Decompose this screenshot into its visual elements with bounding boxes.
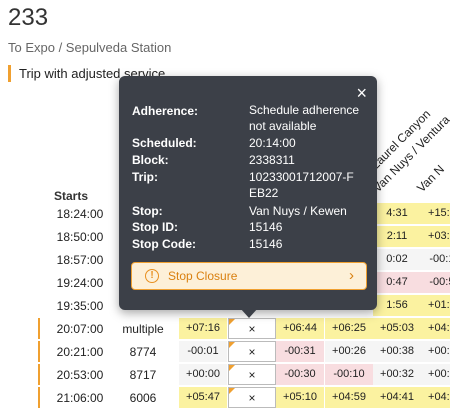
adherence-cell[interactable]: +06:44 [276, 318, 324, 339]
start-time: 18:50:00 [56, 230, 104, 244]
adherence-cell[interactable]: -00:57 [421, 272, 450, 293]
adherence-cell[interactable]: 4:31 [373, 203, 421, 224]
start-time: 20:21:00 [56, 345, 104, 359]
adherence-cell[interactable]: +15:48 [421, 203, 450, 224]
start-time: 18:57:00 [56, 253, 104, 267]
no-data-cell[interactable]: × [228, 387, 276, 408]
block-id: multiple [122, 322, 164, 336]
stop-code-label: Stop Code: [132, 237, 196, 251]
adherence-cell[interactable]: +00:26 [325, 341, 373, 362]
stop-label: Stop: [132, 204, 163, 218]
start-time: 20:53:00 [56, 368, 104, 382]
adherence-cell[interactable]: +00:00 [179, 364, 227, 385]
adherence-cell[interactable]: +04:58 [421, 387, 450, 408]
adherence-cell[interactable]: +00:22 [421, 341, 450, 362]
table-row[interactable]: 20:21:00 8774 -00:01 × -00:31 +00:26 +00:38 +00… [0, 341, 450, 364]
starts-column-header: Starts [54, 189, 89, 203]
adherence-cell[interactable]: -00:01 [179, 341, 227, 362]
adherence-cell[interactable]: +04:59 [421, 318, 450, 339]
adherence-cell[interactable]: 0:47 [373, 272, 421, 293]
adherence-cell[interactable]: +00:38 [373, 341, 421, 362]
stop-closure-label: Stop Closure [168, 269, 238, 283]
adherence-cell[interactable]: +00:32 [373, 364, 421, 385]
table-row[interactable]: 20:07:00 multiple +07:16 × +06:44 +06:25 +05:0… [0, 318, 450, 341]
adherence-cell[interactable]: +05:03 [373, 318, 421, 339]
adherence-cell[interactable]: +00:53 [421, 364, 450, 385]
trip-label: Trip: [132, 170, 158, 184]
adherence-value: Schedule adherence not available [249, 103, 360, 133]
stop-id-label: Stop ID: [132, 220, 178, 234]
start-time: 20:07:00 [56, 322, 104, 336]
start-time: 18:24:00 [56, 207, 104, 221]
start-time: 19:24:00 [56, 276, 104, 290]
warning-icon: ! [145, 269, 159, 283]
trip-value: 10233001712007-FEB22 [249, 170, 354, 200]
column-header-van-nuys: Van N [414, 162, 447, 195]
no-data-cell[interactable]: × [228, 364, 276, 385]
adherence-cell[interactable]: 0:02 [373, 249, 421, 270]
adherence-cell[interactable]: +04:41 [373, 387, 421, 408]
no-data-cell[interactable]: × [228, 318, 276, 339]
adherence-cell[interactable]: +01:57 [421, 295, 450, 316]
route-destination: To Expo / Sepulveda Station [8, 40, 172, 55]
adherence-cell[interactable]: +06:25 [325, 318, 373, 339]
stop-closure-button[interactable]: ! Stop Closure › [131, 262, 367, 290]
block-label: Block: [132, 153, 169, 167]
close-icon[interactable]: × [356, 84, 367, 102]
trip-details-popup: × Adherence: Schedule adherence not avai… [119, 76, 377, 318]
no-data-cell[interactable]: × [228, 341, 276, 362]
adherence-label: Adherence: [132, 104, 199, 118]
scheduled-value: 20:14:00 [249, 136, 296, 150]
block-id: 6006 [129, 391, 157, 405]
scheduled-label: Scheduled: [132, 136, 197, 150]
adherence-cell[interactable]: -00:31 [276, 341, 324, 362]
block-id: 8717 [129, 368, 157, 382]
adherence-cell[interactable]: 1:56 [373, 295, 421, 316]
adherence-cell[interactable]: +07:16 [179, 318, 227, 339]
adherence-cell[interactable]: -00:15 [421, 249, 450, 270]
block-id: 8774 [129, 345, 157, 359]
start-time: 19:35:00 [56, 299, 104, 313]
popup-arrow [240, 308, 258, 318]
start-time: 21:06:00 [56, 391, 104, 405]
adherence-cell[interactable]: +04:59 [325, 387, 373, 408]
route-number: 233 [8, 4, 49, 31]
table-row[interactable]: 20:53:00 8717 +00:00 × -00:30 -00:10 +00:32 +00… [0, 364, 450, 387]
stop-code-value: 15146 [249, 237, 283, 251]
adherence-cell[interactable]: 2:11 [373, 226, 421, 247]
stop-value: Van Nuys / Kewen [249, 204, 347, 218]
adherence-cell[interactable]: +05:10 [276, 387, 324, 408]
adherence-cell[interactable]: -00:10 [325, 364, 373, 385]
table-row[interactable]: 21:06:00 6006 +05:47 × +05:10 +04:59 +04:41 +04… [0, 387, 450, 410]
adherence-cell[interactable]: -00:30 [276, 364, 324, 385]
chevron-right-icon: › [349, 267, 354, 284]
adherence-cell[interactable]: +03:36 [421, 226, 450, 247]
stop-id-value: 15146 [249, 220, 283, 234]
adherence-cell[interactable]: +05:47 [179, 387, 227, 408]
block-value: 2338311 [249, 153, 295, 167]
